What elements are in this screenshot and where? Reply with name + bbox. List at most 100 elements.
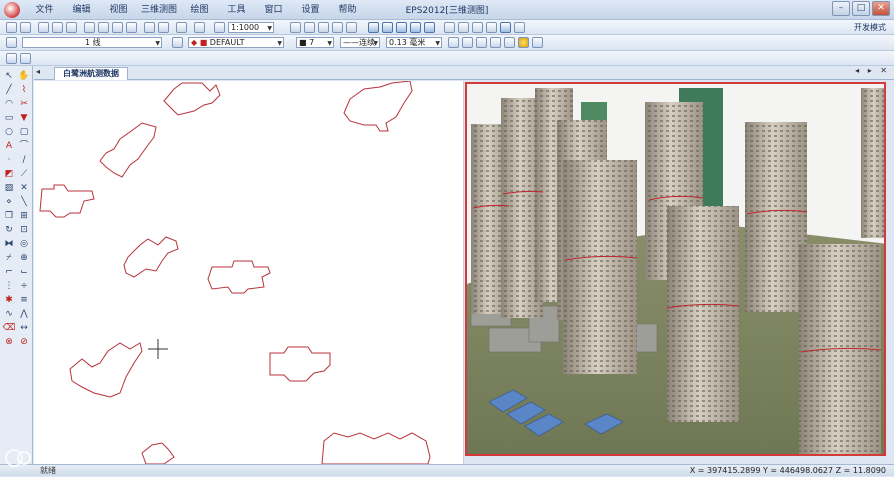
divide-icon[interactable]: ÷: [18, 280, 30, 292]
snap-icon[interactable]: [444, 22, 455, 33]
menu-edit[interactable]: 编辑: [63, 3, 100, 17]
info-icon[interactable]: [532, 37, 543, 48]
snap-settings-icon[interactable]: [6, 53, 17, 64]
paste-icon[interactable]: [66, 22, 77, 33]
select-icon[interactable]: ↖: [3, 70, 15, 82]
explode-icon[interactable]: ✱: [3, 294, 15, 306]
walk-icon[interactable]: [424, 22, 435, 33]
fly-icon[interactable]: [410, 22, 421, 33]
properties-icon[interactable]: [448, 37, 459, 48]
pan-icon[interactable]: [126, 22, 137, 33]
fullscreen-icon[interactable]: [332, 22, 343, 33]
match-icon[interactable]: [462, 37, 473, 48]
undo-tool-icon[interactable]: ⊘: [18, 336, 30, 348]
break-icon[interactable]: ⌿: [3, 252, 15, 264]
color-select[interactable]: ■ 7 ▼: [296, 37, 334, 48]
code-select[interactable]: 1 线 ▼: [22, 37, 162, 48]
symbol-icon[interactable]: ◩: [3, 168, 15, 180]
tile-view-icon[interactable]: [304, 22, 315, 33]
close-button[interactable]: ✕: [872, 1, 890, 16]
navigate-icon[interactable]: [194, 22, 205, 33]
hatch-icon[interactable]: ▨: [3, 182, 15, 194]
cross-icon[interactable]: ✕: [18, 182, 30, 194]
copy-icon[interactable]: [52, 22, 63, 33]
maximize-button[interactable]: □: [852, 1, 870, 16]
layer-manager-icon[interactable]: [6, 37, 17, 48]
filter-icon[interactable]: [20, 53, 31, 64]
3d-view-icon[interactable]: [368, 22, 379, 33]
zoom-out-icon[interactable]: [98, 22, 109, 33]
menu-settings[interactable]: 设置: [292, 3, 329, 17]
list-icon[interactable]: [504, 37, 515, 48]
layer-state-icon[interactable]: [172, 37, 183, 48]
array-icon[interactable]: ⋮: [3, 280, 15, 292]
menu-draw[interactable]: 绘图: [181, 3, 218, 17]
stereo-view-icon[interactable]: [382, 22, 393, 33]
area-icon[interactable]: ▢: [18, 126, 30, 138]
cad-drawing-view[interactable]: [34, 81, 464, 464]
zoom-in-icon[interactable]: [84, 22, 95, 33]
edit-icon[interactable]: [490, 37, 501, 48]
rect-icon[interactable]: ▭: [3, 112, 15, 124]
document-tab[interactable]: 白鹭洲航测数据: [54, 67, 128, 80]
mirror-icon[interactable]: ⧓: [3, 238, 15, 250]
track-icon[interactable]: [500, 22, 511, 33]
scale-select[interactable]: 1:1000 ▼: [228, 22, 274, 33]
bulb-icon[interactable]: [518, 37, 529, 48]
orbit-icon[interactable]: [396, 22, 407, 33]
grid-view-icon[interactable]: [290, 22, 301, 33]
text-icon[interactable]: A: [3, 140, 15, 152]
linetype-select[interactable]: ——连续 ▼: [340, 37, 380, 48]
filter-tool-icon[interactable]: ▼: [18, 112, 30, 124]
menu-window[interactable]: 窗口: [255, 3, 292, 17]
layer-select[interactable]: ◆ ■ DEFAULT ▼: [188, 37, 284, 48]
curve-icon[interactable]: ∿: [3, 308, 15, 320]
node-icon[interactable]: ⋄: [3, 196, 15, 208]
offset-icon[interactable]: ⟋: [18, 168, 30, 180]
vertex-icon[interactable]: ⋀: [18, 308, 30, 320]
lineweight-select[interactable]: 0.13 毫米 ▼: [386, 37, 442, 48]
minimize-button[interactable]: –: [832, 1, 850, 16]
ortho-icon[interactable]: [458, 22, 469, 33]
polyline-icon[interactable]: ⌇: [18, 84, 30, 96]
line-icon[interactable]: ╱: [3, 84, 15, 96]
app-logo[interactable]: [4, 2, 20, 18]
undo-icon[interactable]: [6, 22, 17, 33]
dynamic-icon[interactable]: [514, 22, 525, 33]
move-tool-icon[interactable]: ⊞: [18, 210, 30, 222]
chamfer-icon[interactable]: ⌙: [18, 266, 30, 278]
pan-tool-icon[interactable]: ✋: [18, 70, 30, 82]
menu-help[interactable]: 帮助: [329, 3, 366, 17]
align-icon[interactable]: ≡: [18, 294, 30, 306]
measure-icon[interactable]: ⌒: [18, 140, 30, 152]
erase-icon[interactable]: ⌫: [3, 322, 16, 334]
polar-icon[interactable]: [472, 22, 483, 33]
redo-icon[interactable]: [20, 22, 31, 33]
delete-icon[interactable]: ⊗: [3, 336, 15, 348]
osnap-icon[interactable]: [486, 22, 497, 33]
trim-icon[interactable]: ✂: [18, 98, 30, 110]
window-icon[interactable]: [346, 22, 357, 33]
extend-icon[interactable]: ∕: [18, 154, 30, 166]
fillet-icon[interactable]: ⌐: [3, 266, 15, 278]
scale-tool-icon[interactable]: ⊡: [18, 224, 30, 236]
menu-view[interactable]: 视图: [100, 3, 137, 17]
menu-3d-mapping[interactable]: 三维测图: [137, 3, 181, 17]
zoom-window-icon[interactable]: [112, 22, 123, 33]
copy-tool-icon[interactable]: ❐: [3, 210, 15, 222]
arc-icon[interactable]: ◠: [3, 98, 15, 110]
point-icon[interactable]: ·: [3, 154, 15, 166]
tab-navigation[interactable]: ◂ ▸ ✕: [855, 66, 890, 75]
join-icon[interactable]: ⊕: [18, 252, 30, 264]
dimension-icon[interactable]: ↔: [18, 322, 30, 334]
layout-view-icon[interactable]: [318, 22, 329, 33]
menu-file[interactable]: 文件: [26, 3, 63, 17]
circle-icon[interactable]: ○: [3, 126, 15, 138]
3d-model-view[interactable]: [465, 82, 886, 456]
target-icon[interactable]: ◎: [18, 238, 30, 250]
cut-icon[interactable]: [38, 22, 49, 33]
print-icon[interactable]: [158, 22, 169, 33]
stretch-icon[interactable]: ╲: [18, 196, 30, 208]
save-icon[interactable]: [476, 37, 487, 48]
refresh-icon[interactable]: [144, 22, 155, 33]
